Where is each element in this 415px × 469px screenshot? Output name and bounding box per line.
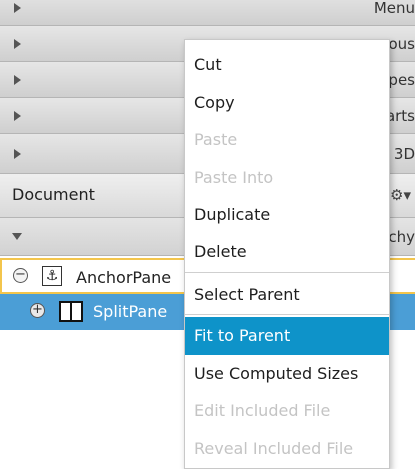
menu-item-paste-into: Paste Into	[194, 168, 274, 187]
panel-label: 3D	[393, 144, 415, 163]
expand-arrow-icon	[14, 148, 21, 159]
menu-separator	[185, 272, 389, 273]
document-title: Document	[12, 185, 95, 204]
collapse-toggle-icon[interactable]: −	[13, 268, 28, 283]
tree-item-label: SplitPane	[93, 302, 168, 321]
menu-item-use-computed-sizes[interactable]: Use Computed Sizes	[185, 355, 389, 393]
menu-item-paste: Paste	[194, 130, 238, 149]
split-pane-icon	[59, 301, 83, 322]
panel-label: Menu	[373, 0, 415, 17]
menu-item-delete[interactable]: Delete	[185, 233, 389, 271]
context-menu: Cut Copy Paste Paste Into Duplicate Dele…	[184, 39, 390, 469]
collapse-arrow-icon	[12, 233, 22, 240]
library-panel-menu[interactable]: Menu	[0, 0, 415, 26]
expand-arrow-icon	[14, 74, 21, 85]
expand-arrow-icon	[14, 38, 21, 49]
menu-item-copy[interactable]: Copy	[185, 84, 389, 122]
menu-item-select-parent[interactable]: Select Parent	[185, 276, 389, 314]
gear-menu-icon[interactable]: ⚙▾	[390, 186, 411, 204]
menu-item-edit-included-file: Edit Included File	[194, 401, 331, 420]
expand-arrow-icon	[14, 110, 21, 121]
menu-item-duplicate[interactable]: Duplicate	[185, 196, 389, 234]
menu-item-cut[interactable]: Cut	[185, 46, 389, 84]
expand-arrow-icon	[14, 2, 21, 13]
menu-separator	[185, 314, 389, 315]
menu-item-fit-to-parent[interactable]: Fit to Parent	[185, 317, 389, 355]
anchor-pane-icon: ⚓	[42, 266, 62, 286]
expand-toggle-icon[interactable]: +	[30, 303, 45, 318]
menu-item-reveal-included-file: Reveal Included File	[194, 439, 354, 458]
tree-item-label: AnchorPane	[76, 268, 172, 287]
